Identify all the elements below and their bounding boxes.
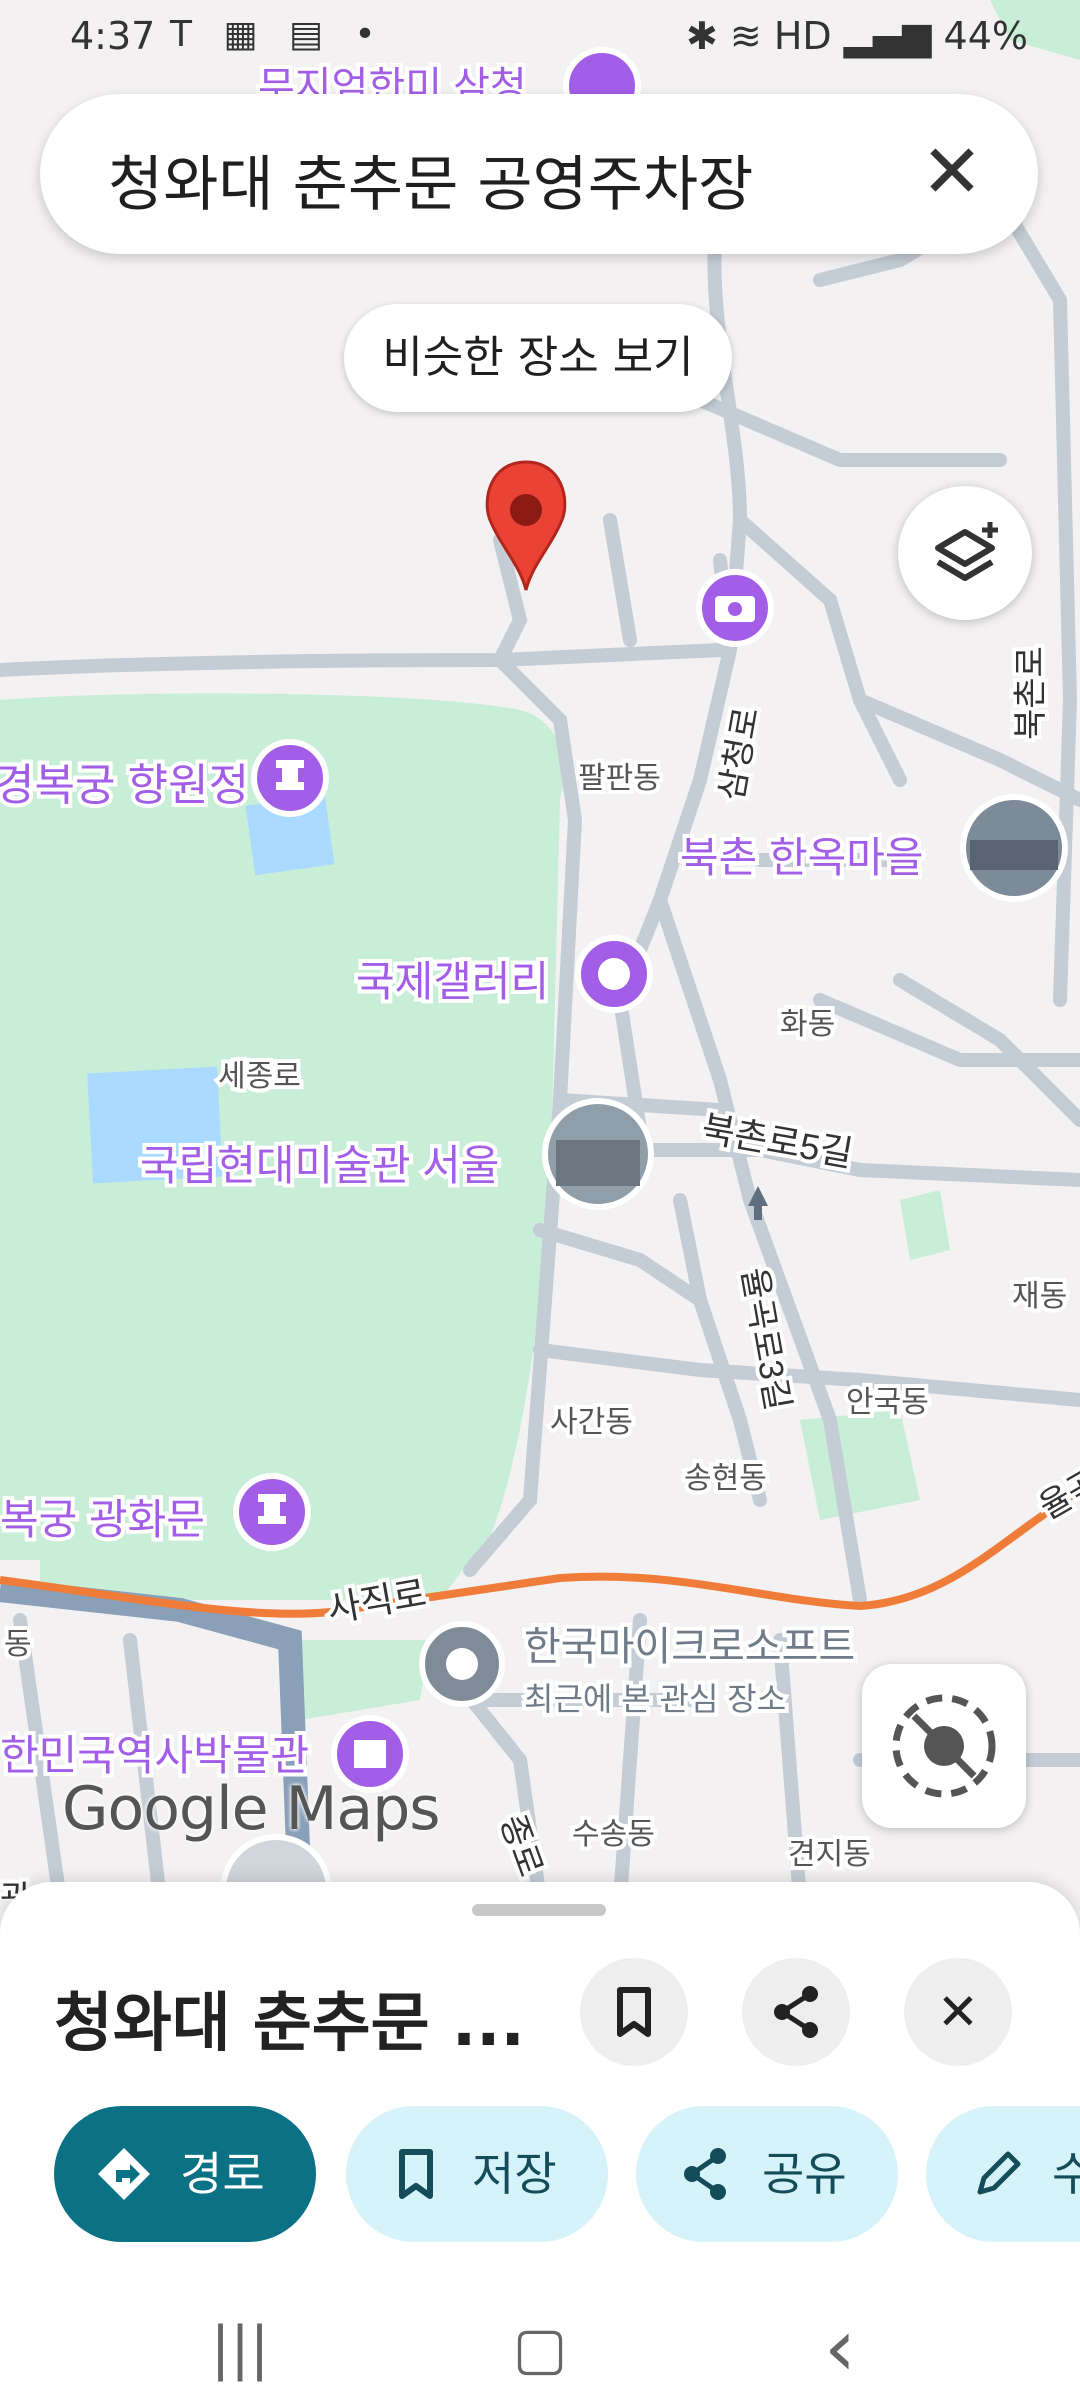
directions-label: 경로: [180, 2147, 265, 2201]
edit-action-button[interactable]: 수: [926, 2106, 1080, 2242]
notification-icons: T ▦ ▤ •: [170, 14, 386, 55]
photo-marker: [542, 1098, 654, 1210]
back-button[interactable]: ‹: [780, 2308, 900, 2388]
share-action-button[interactable]: 공유: [636, 2106, 898, 2242]
close-icon[interactable]: ✕: [902, 122, 1002, 222]
recents-button[interactable]: |||: [180, 2308, 300, 2388]
directions-icon: [94, 2106, 154, 2292]
home-button[interactable]: ▢: [480, 2308, 600, 2388]
edit-icon: [966, 2106, 1026, 2292]
location-disabled-icon: [892, 1694, 996, 1798]
area-label: 세종로: [218, 1060, 301, 1093]
map-place-label: 북촌 한옥마을: [680, 834, 924, 881]
save-label: 저장: [472, 2147, 557, 2201]
map-place-label: 복궁 광화문: [0, 1496, 205, 1543]
area-label: 화동: [780, 1008, 835, 1041]
status-bar: 4:37 T ▦ ▤ • ✱ ≋ HD ▂▄▆ 44%: [0, 0, 1080, 80]
battery-percent: 44%: [943, 14, 1028, 58]
road-label: 북촌로: [1012, 646, 1050, 740]
area-label: 견지동: [788, 1838, 871, 1871]
my-location-button[interactable]: [862, 1664, 1026, 1828]
save-button[interactable]: 저장: [346, 2106, 608, 2242]
layers-icon: [935, 522, 998, 581]
share-icon: [774, 1986, 818, 2038]
bookmark-icon: [386, 2106, 446, 2292]
map-place-label: 한국마이크로소프트: [524, 1625, 855, 1669]
bookmark-button[interactable]: [580, 1958, 688, 2066]
area-label: 재동: [1012, 1280, 1067, 1313]
share-label: 공유: [762, 2147, 847, 2201]
edit-label: 수: [1052, 2147, 1080, 2201]
search-query[interactable]: 청와대 춘추문 공영주차장: [108, 136, 753, 223]
map-place-caption: 최근에 본 관심 장소: [524, 1681, 786, 1717]
saved-place-icon: [419, 1621, 505, 1707]
search-bar[interactable]: 청와대 춘추문 공영주차장 ✕: [40, 94, 1038, 254]
area-label: 팔판동: [578, 762, 661, 795]
map-place-label: 국제갤러리: [356, 958, 549, 1005]
close-icon: ✕: [937, 1983, 979, 2041]
photo-marker: [960, 794, 1068, 902]
area-label: 수송동: [572, 1818, 655, 1851]
area-label: 안국동: [846, 1386, 929, 1419]
area-label: 송현동: [684, 1462, 767, 1495]
bookmark-icon: [617, 1987, 651, 2037]
google-maps-logo: Google Maps: [62, 1774, 441, 1844]
map-place-label: 국립현대미술관 서울: [140, 1142, 499, 1189]
map-canvas[interactable]: 경복궁 향원정 북촌 한옥마을 국제갤러리 국립현대미술관 서울 복궁 광화문 …: [0, 0, 1080, 1900]
landmark-icon: [251, 739, 329, 817]
signal-icons: ✱ ≋ HD ▂▄▆: [686, 14, 932, 58]
status-right: ✱ ≋ HD ▂▄▆ 44%: [686, 14, 1028, 58]
system-nav-bar: ||| ▢ ‹: [0, 2288, 1080, 2408]
map-place-label: 한민국역사박물관: [0, 1732, 309, 1779]
share-icon: [676, 2106, 736, 2292]
layers-button[interactable]: [898, 486, 1032, 620]
similar-places-button[interactable]: 비슷한 장소 보기: [344, 304, 732, 412]
directions-button[interactable]: 경로: [54, 2106, 316, 2242]
status-time: 4:37: [70, 14, 156, 58]
area-label: 동: [4, 1628, 32, 1661]
share-button[interactable]: [742, 1958, 850, 2066]
gallery-icon: [575, 935, 653, 1013]
drag-handle[interactable]: [472, 1904, 606, 1916]
sheet-close-button[interactable]: ✕: [904, 1958, 1012, 2066]
landmark-icon: [233, 1473, 311, 1551]
area-label: 사간동: [550, 1406, 633, 1439]
place-title: 청와대 춘추문 ...: [54, 1987, 525, 2061]
map-place-label: 경복궁 향원정: [0, 761, 249, 810]
camera-icon: [696, 569, 774, 647]
